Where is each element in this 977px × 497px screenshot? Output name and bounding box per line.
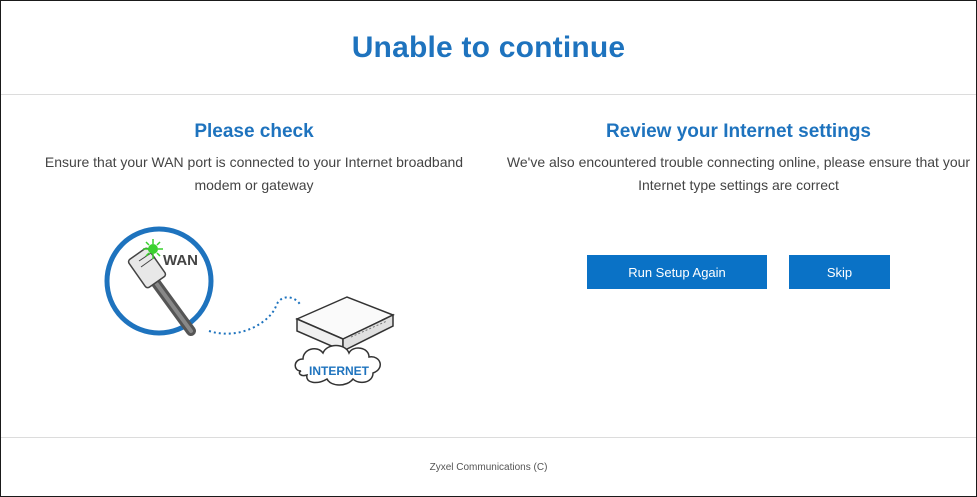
internet-label: INTERNET bbox=[309, 364, 370, 378]
link-light-icon bbox=[143, 239, 163, 259]
check-description: Ensure that your WAN port is connected t… bbox=[44, 154, 464, 193]
review-description: We've also encountered trouble connectin… bbox=[506, 154, 971, 193]
check-section: Please check Ensure that your WAN port i… bbox=[24, 120, 484, 197]
review-section: Review your Internet settings We've also… bbox=[501, 120, 976, 197]
dotted-cable bbox=[208, 296, 302, 335]
run-setup-again-button[interactable]: Run Setup Again bbox=[587, 255, 767, 289]
skip-button[interactable]: Skip bbox=[789, 255, 890, 289]
router-icon bbox=[295, 296, 395, 353]
page-frame: Unable to continue Please check Ensure t… bbox=[0, 0, 977, 497]
page-title: Unable to continue bbox=[351, 31, 626, 64]
top-divider bbox=[1, 94, 976, 95]
wan-port-label: WAN bbox=[163, 252, 198, 269]
bottom-divider bbox=[1, 437, 976, 438]
footer-copyright: Zyxel Communications (C) bbox=[429, 462, 548, 473]
check-heading: Please check bbox=[194, 121, 314, 142]
wan-connection-illustration: WAN INTERNET bbox=[104, 226, 395, 386]
internet-cloud-icon: INTERNET bbox=[294, 344, 381, 386]
review-heading: Review your Internet settings bbox=[605, 121, 871, 142]
